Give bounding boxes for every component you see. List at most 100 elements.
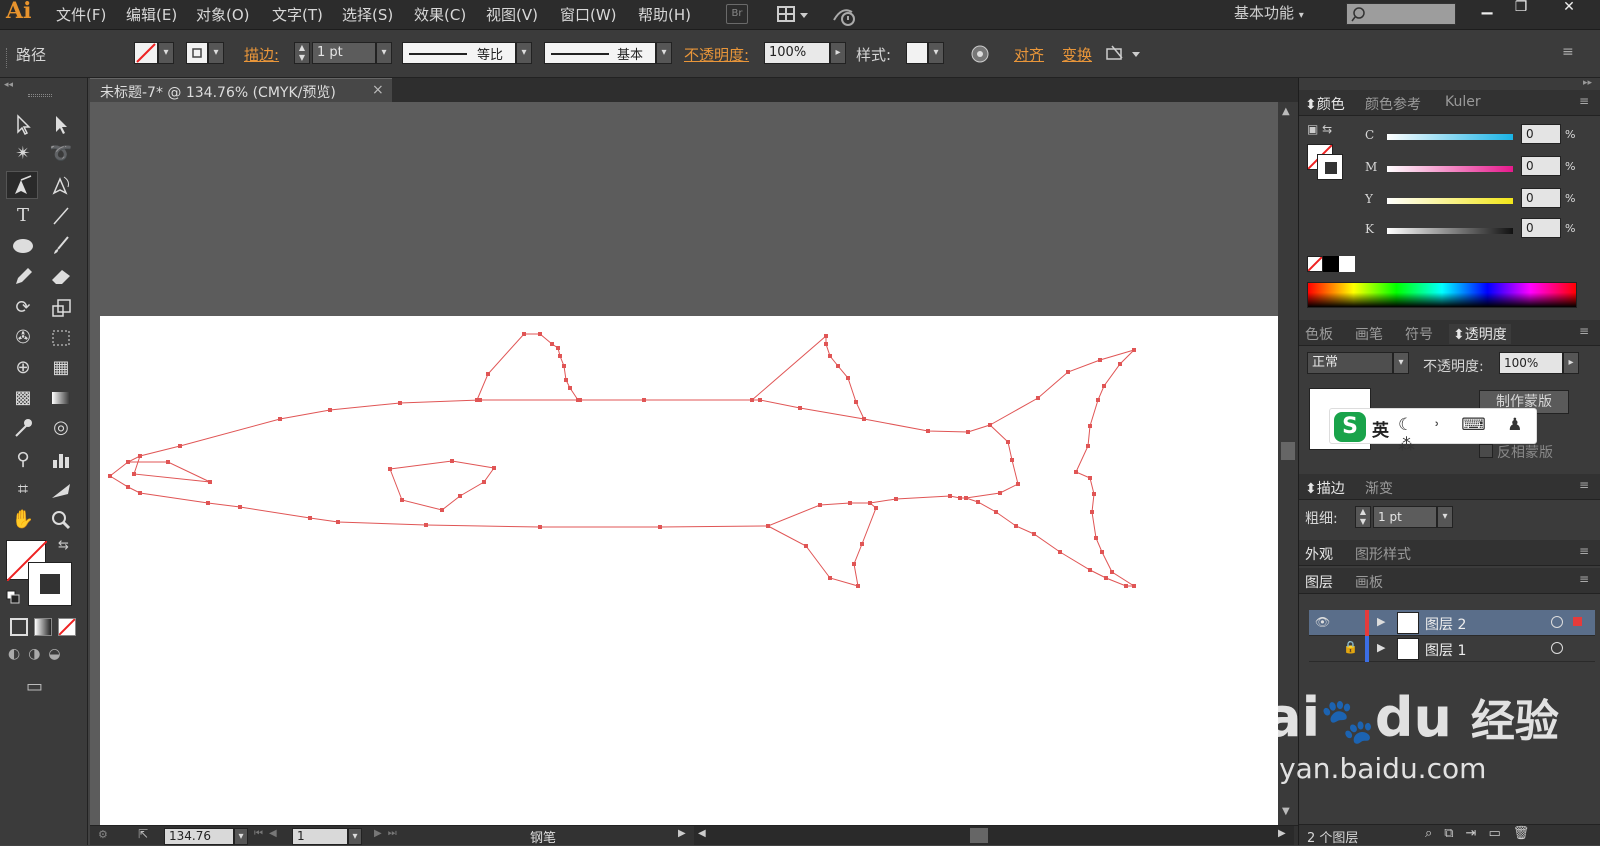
anchor-point[interactable] xyxy=(988,423,992,427)
stroke-indicator[interactable] xyxy=(28,562,72,606)
sync-settings-icon[interactable] xyxy=(830,2,860,28)
anchor-point[interactable] xyxy=(1086,444,1090,448)
anchor-point[interactable] xyxy=(1098,358,1102,362)
anchor-point[interactable] xyxy=(1094,536,1098,540)
tab-stroke[interactable]: ⬍描边 xyxy=(1305,478,1345,498)
scroll-left-icon[interactable]: ◀ xyxy=(698,828,706,839)
status-menu-arrow[interactable]: ▶ xyxy=(678,828,686,839)
path-segment[interactable] xyxy=(109,399,1019,528)
white-swatch[interactable] xyxy=(1339,256,1355,272)
anchor-point[interactable] xyxy=(108,474,112,478)
anchor-point[interactable] xyxy=(1058,550,1062,554)
anchor-point[interactable] xyxy=(836,364,840,368)
gradient-tool-icon[interactable] xyxy=(46,384,76,412)
anchor-point[interactable] xyxy=(854,400,858,404)
isolate-object-icon[interactable] xyxy=(1104,44,1144,64)
anchor-point[interactable] xyxy=(642,398,646,402)
artboard-tool-icon[interactable]: ⌗ xyxy=(8,476,38,504)
blend-mode-select[interactable]: 正常 xyxy=(1307,352,1393,374)
panel-stroke-stepper[interactable]: ▲ ▼ xyxy=(1355,506,1371,528)
expand-layer-icon[interactable]: ▶ xyxy=(1377,641,1385,654)
recolor-artwork-icon[interactable] xyxy=(970,44,990,64)
graphic-style-swatch[interactable] xyxy=(906,42,928,64)
channel-c-slider[interactable] xyxy=(1387,134,1513,140)
scroll-right-icon[interactable]: ▶ xyxy=(1278,828,1286,839)
pen-tool-icon[interactable] xyxy=(6,171,38,199)
anchor-point[interactable] xyxy=(848,501,852,505)
column-graph-tool-icon[interactable] xyxy=(46,446,76,474)
anchor-point[interactable] xyxy=(966,430,970,434)
scale-tool-icon[interactable] xyxy=(46,294,76,322)
close-window-button[interactable]: ✕ xyxy=(1554,0,1584,16)
anchor-point[interactable] xyxy=(948,494,952,498)
tab-color[interactable]: ⬍颜色 xyxy=(1305,94,1345,114)
stroke-weight-input[interactable]: 1 pt xyxy=(312,42,376,64)
blend-mode-dropdown[interactable]: ▾ xyxy=(1393,352,1409,374)
anchor-point[interactable] xyxy=(308,516,312,520)
channel-k-slider[interactable] xyxy=(1387,228,1513,234)
ime-mode-label[interactable]: 英 xyxy=(1372,416,1389,441)
eyedropper-tool-icon[interactable] xyxy=(8,414,38,442)
anchor-point[interactable] xyxy=(482,480,486,484)
selection-tool-icon[interactable] xyxy=(8,110,38,138)
anchor-point[interactable] xyxy=(846,376,850,380)
ellipse-tool-icon[interactable] xyxy=(8,232,38,260)
anchor-point[interactable] xyxy=(1074,470,1078,474)
anchor-point[interactable] xyxy=(398,401,402,405)
symbol-sprayer-tool-icon[interactable]: ⚲ xyxy=(8,446,38,474)
arrange-documents-icon[interactable] xyxy=(776,4,812,26)
curvature-pen-icon[interactable] xyxy=(46,171,76,199)
zoom-tool-icon[interactable] xyxy=(46,506,76,534)
document-tab[interactable]: 未标题-7* @ 134.76% (CMYK/预览) × xyxy=(90,78,392,102)
anchor-point[interactable] xyxy=(1132,584,1136,588)
anchor-point[interactable] xyxy=(798,406,802,410)
path-segment[interactable] xyxy=(128,455,211,483)
stroke-weight-stepper[interactable]: ▲ ▼ xyxy=(294,42,310,64)
menu-effect[interactable]: 效果(C) xyxy=(414,4,466,25)
anchor-point[interactable] xyxy=(1016,482,1020,486)
anchor-point[interactable] xyxy=(1088,424,1092,428)
fish-path-drawing[interactable] xyxy=(100,316,1278,825)
paintbrush-tool-icon[interactable] xyxy=(46,232,76,260)
menu-help[interactable]: 帮助(H) xyxy=(638,4,691,25)
variable-width-profile[interactable]: 等比 xyxy=(402,42,516,64)
channel-c-input[interactable]: 0 xyxy=(1521,124,1561,144)
menu-window[interactable]: 窗口(W) xyxy=(560,4,617,25)
layer-row[interactable]: 👁 ▶ 图层 2 xyxy=(1309,610,1595,636)
color-spectrum[interactable] xyxy=(1307,282,1577,308)
line-segment-tool-icon[interactable] xyxy=(46,202,76,230)
layer-footer-icons[interactable]: ⌕⧉⇥▭🗑 xyxy=(1425,826,1541,841)
anchor-point[interactable] xyxy=(1032,532,1036,536)
anchor-point[interactable] xyxy=(208,480,212,484)
align-link[interactable]: 对齐 xyxy=(1014,44,1044,65)
channel-m-input[interactable]: 0 xyxy=(1521,156,1561,176)
anchor-point[interactable] xyxy=(1092,492,1096,496)
horizontal-scrollbar[interactable]: ◀ ▶ xyxy=(694,826,1294,845)
zoom-level-input[interactable]: 134.76 xyxy=(164,828,234,845)
visibility-eye-icon[interactable]: 👁 xyxy=(1315,615,1330,629)
workspace-switcher[interactable]: 基本功能 ▾ xyxy=(1234,2,1304,23)
channel-y-slider[interactable] xyxy=(1387,198,1513,204)
anchor-point[interactable] xyxy=(1132,348,1136,352)
artboard-dropdown[interactable]: ▾ xyxy=(348,828,362,845)
scroll-thumb[interactable] xyxy=(1281,442,1295,460)
anchor-point[interactable] xyxy=(994,510,998,514)
panel-menu-icon[interactable]: ≡ xyxy=(1579,572,1589,586)
panel-stroke-dropdown[interactable]: ▾ xyxy=(1437,506,1453,528)
anchor-point[interactable] xyxy=(964,496,968,500)
anchor-point[interactable] xyxy=(926,429,930,433)
anchor-point[interactable] xyxy=(862,417,866,421)
h-scroll-thumb[interactable] xyxy=(970,828,988,843)
brush-definition[interactable]: 基本 xyxy=(544,42,656,64)
anchor-point[interactable] xyxy=(206,501,210,505)
opacity-input[interactable]: 100% xyxy=(764,42,830,64)
tab-gradient[interactable]: 渐变 xyxy=(1365,478,1393,498)
anchor-point[interactable] xyxy=(492,466,496,470)
fill-swatch[interactable] xyxy=(134,42,158,64)
stroke-weight-dropdown[interactable]: ▾ xyxy=(376,42,392,64)
expand-panels-icon[interactable]: ▸▸ xyxy=(1583,78,1592,88)
none-swatch[interactable] xyxy=(1307,256,1323,272)
blend-tool-icon[interactable]: ◎ xyxy=(46,414,76,442)
anchor-point[interactable] xyxy=(758,398,762,402)
anchor-point[interactable] xyxy=(568,386,572,390)
